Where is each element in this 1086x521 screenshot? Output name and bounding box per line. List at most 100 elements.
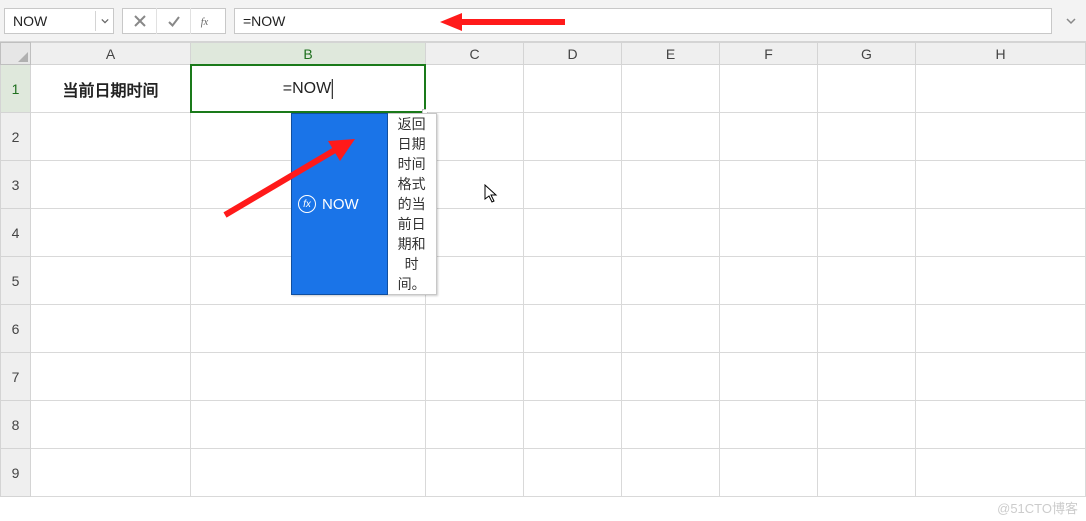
cell-A9[interactable]: [31, 449, 191, 497]
cell-G3[interactable]: [818, 161, 916, 209]
row-header-3[interactable]: 3: [1, 161, 31, 209]
cell-F4[interactable]: [720, 209, 818, 257]
column-header-E[interactable]: E: [622, 43, 720, 65]
cell-D2[interactable]: [524, 113, 622, 161]
cell-G5[interactable]: [818, 257, 916, 305]
cell-C8[interactable]: [426, 401, 524, 449]
formula-autocomplete: fxNOW返回日期时间格式的当前日期和时间。: [291, 113, 437, 295]
cell-E5[interactable]: [622, 257, 720, 305]
cell-E7[interactable]: [622, 353, 720, 401]
cell-A3[interactable]: [31, 161, 191, 209]
cell-A5[interactable]: [31, 257, 191, 305]
cell-F3[interactable]: [720, 161, 818, 209]
cell-E1[interactable]: [622, 65, 720, 113]
cell-H3[interactable]: [916, 161, 1086, 209]
spreadsheet-grid[interactable]: ABCDEFGH1当前日期时间=NOWfxNOW返回日期时间格式的当前日期和时间…: [0, 42, 1086, 521]
cell-C2[interactable]: [426, 113, 524, 161]
insert-function-button[interactable]: fx: [191, 8, 225, 34]
cell-E6[interactable]: [622, 305, 720, 353]
cell-H6[interactable]: [916, 305, 1086, 353]
cell-C4[interactable]: [426, 209, 524, 257]
cell-D8[interactable]: [524, 401, 622, 449]
cell-B1[interactable]: =NOWfxNOW返回日期时间格式的当前日期和时间。: [191, 65, 426, 113]
cell-F6[interactable]: [720, 305, 818, 353]
cell-F7[interactable]: [720, 353, 818, 401]
cell-E9[interactable]: [622, 449, 720, 497]
cell-F8[interactable]: [720, 401, 818, 449]
select-all-corner[interactable]: [1, 43, 31, 65]
cell-G8[interactable]: [818, 401, 916, 449]
row-header-1[interactable]: 1: [1, 65, 31, 113]
cell-G4[interactable]: [818, 209, 916, 257]
column-header-C[interactable]: C: [426, 43, 524, 65]
row-header-2[interactable]: 2: [1, 113, 31, 161]
cell-G2[interactable]: [818, 113, 916, 161]
cell-D9[interactable]: [524, 449, 622, 497]
cell-H2[interactable]: [916, 113, 1086, 161]
enter-button[interactable]: [157, 8, 191, 34]
cell-H5[interactable]: [916, 257, 1086, 305]
cell-H8[interactable]: [916, 401, 1086, 449]
cancel-button[interactable]: [123, 8, 157, 34]
cell-A4[interactable]: [31, 209, 191, 257]
row-header-7[interactable]: 7: [1, 353, 31, 401]
column-header-B[interactable]: B: [191, 43, 426, 65]
cell-B7[interactable]: [191, 353, 426, 401]
cell-E4[interactable]: [622, 209, 720, 257]
cell-E8[interactable]: [622, 401, 720, 449]
column-header-G[interactable]: G: [818, 43, 916, 65]
cell-D3[interactable]: [524, 161, 622, 209]
column-header-D[interactable]: D: [524, 43, 622, 65]
autocomplete-item[interactable]: fxNOW: [291, 113, 388, 295]
cell-A8[interactable]: [31, 401, 191, 449]
cell-D6[interactable]: [524, 305, 622, 353]
row-header-9[interactable]: 9: [1, 449, 31, 497]
cell-E2[interactable]: [622, 113, 720, 161]
cell-H4[interactable]: [916, 209, 1086, 257]
cell-B8[interactable]: [191, 401, 426, 449]
cell-G6[interactable]: [818, 305, 916, 353]
row-header-8[interactable]: 8: [1, 401, 31, 449]
row-header-4[interactable]: 4: [1, 209, 31, 257]
cell-B9[interactable]: [191, 449, 426, 497]
cell-D1[interactable]: [524, 65, 622, 113]
column-header-F[interactable]: F: [720, 43, 818, 65]
formula-input[interactable]: =NOW: [234, 8, 1052, 34]
row-header-6[interactable]: 6: [1, 305, 31, 353]
cell-F5[interactable]: [720, 257, 818, 305]
cell-C9[interactable]: [426, 449, 524, 497]
formula-bar: NOW fx =NOW: [0, 0, 1086, 42]
cell-D5[interactable]: [524, 257, 622, 305]
name-box-dropdown-icon[interactable]: [95, 11, 109, 31]
cell-F9[interactable]: [720, 449, 818, 497]
cell-C5[interactable]: [426, 257, 524, 305]
cell-G7[interactable]: [818, 353, 916, 401]
cell-G1[interactable]: [818, 65, 916, 113]
cell-F1[interactable]: [720, 65, 818, 113]
formula-expand-button[interactable]: [1060, 8, 1082, 34]
column-header-A[interactable]: A: [31, 43, 191, 65]
cell-A1[interactable]: 当前日期时间: [31, 65, 191, 113]
cell-editing-text: =NOW: [283, 80, 331, 98]
cell-A7[interactable]: [31, 353, 191, 401]
name-box[interactable]: NOW: [4, 8, 114, 34]
cell-H1[interactable]: [916, 65, 1086, 113]
column-header-H[interactable]: H: [916, 43, 1086, 65]
cell-C3[interactable]: [426, 161, 524, 209]
cell-C7[interactable]: [426, 353, 524, 401]
cell-E3[interactable]: [622, 161, 720, 209]
cell-D4[interactable]: [524, 209, 622, 257]
cell-H7[interactable]: [916, 353, 1086, 401]
cell-A2[interactable]: [31, 113, 191, 161]
cell-H9[interactable]: [916, 449, 1086, 497]
cell-G9[interactable]: [818, 449, 916, 497]
cell-A6[interactable]: [31, 305, 191, 353]
cell-F2[interactable]: [720, 113, 818, 161]
name-box-value: NOW: [13, 13, 95, 29]
row-header-5[interactable]: 5: [1, 257, 31, 305]
cell-C1[interactable]: [426, 65, 524, 113]
text-caret: [332, 79, 333, 99]
cell-C6[interactable]: [426, 305, 524, 353]
cell-D7[interactable]: [524, 353, 622, 401]
cell-B6[interactable]: [191, 305, 426, 353]
